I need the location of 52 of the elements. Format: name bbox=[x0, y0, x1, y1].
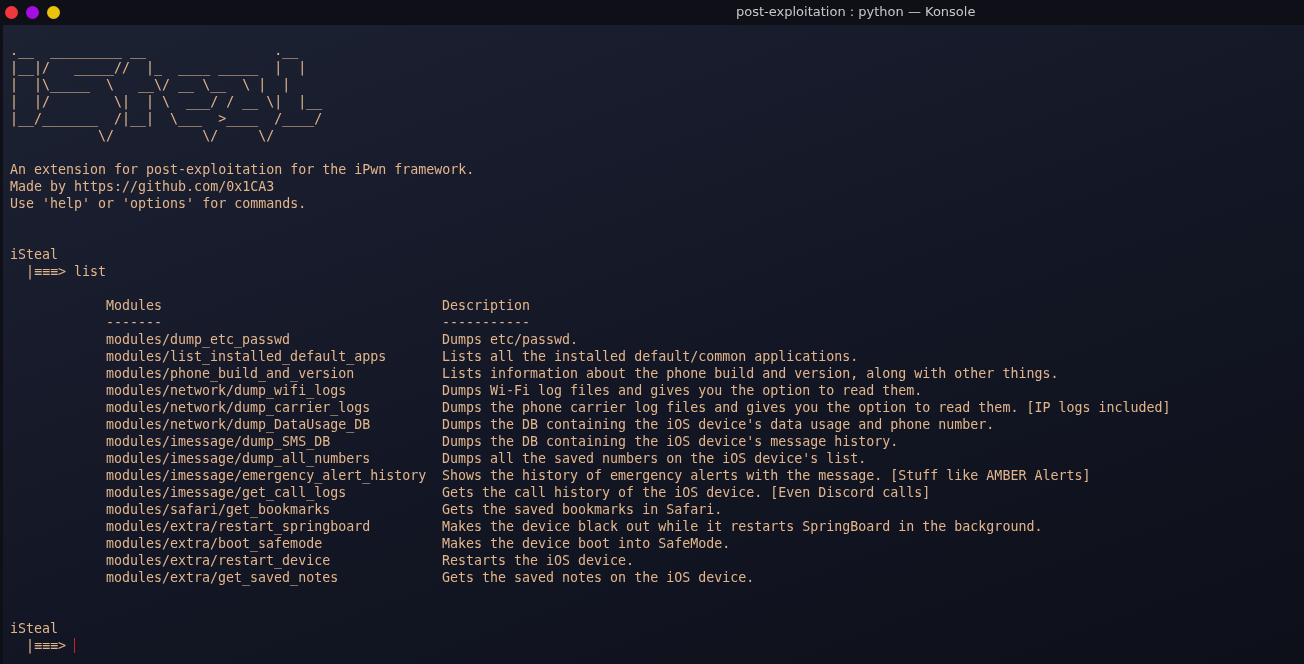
module-description: Gets the call history of the iOS device. [Even Discord calls] bbox=[442, 484, 932, 501]
ascii-art-line: |__|/ _____// |_ ____ _____ | | bbox=[10, 59, 307, 76]
module-description: Dumps the DB containing the iOS device's message history. bbox=[442, 433, 900, 450]
module-description: Gets the saved bookmarks in Safari. bbox=[442, 501, 724, 518]
ascii-art-line: |__/_______ /|__| \___ >____ /____/ bbox=[10, 110, 323, 127]
prompt-arrow: |≡≡≡> bbox=[26, 263, 67, 280]
module-path: modules/extra/restart_device bbox=[106, 552, 332, 569]
module-path: modules/extra/restart_springboard bbox=[106, 518, 372, 535]
intro-text: Use 'help' or 'options' for commands. bbox=[10, 195, 307, 212]
window-title: post-exploitation : python — Konsole bbox=[736, 4, 976, 19]
module-path: modules/imessage/dump_all_numbers bbox=[106, 450, 372, 467]
header-underline: ------- bbox=[106, 314, 164, 331]
command-text: list bbox=[74, 263, 107, 280]
ascii-art-line: | |\_____ \ __\/ __ \__ \ | | bbox=[10, 76, 291, 93]
intro-text: Made by https://github.com/0x1CA3 bbox=[10, 178, 275, 195]
module-path: modules/imessage/emergency_alert_history bbox=[106, 467, 428, 484]
module-description: Lists information about the phone build and version, along with other things. bbox=[442, 365, 1060, 382]
ascii-art-line: | |/ \| | \ ___/ / __ \| |__ bbox=[10, 93, 323, 110]
module-path: modules/dump_etc_passwd bbox=[106, 331, 292, 348]
close-button[interactable] bbox=[5, 6, 18, 19]
header-underline: ----------- bbox=[442, 314, 532, 331]
module-path: modules/imessage/get_call_logs bbox=[106, 484, 348, 501]
module-path: modules/network/dump_DataUsage_DB bbox=[106, 416, 372, 433]
module-path: modules/safari/get_bookmarks bbox=[106, 501, 332, 518]
module-path: modules/extra/boot_safemode bbox=[106, 535, 324, 552]
module-path: modules/network/dump_wifi_logs bbox=[106, 382, 348, 399]
module-path: modules/imessage/dump_SMS_DB bbox=[106, 433, 332, 450]
module-path: modules/network/dump_carrier_logs bbox=[106, 399, 372, 416]
ascii-art-line: .__ _________ __ .__ bbox=[10, 42, 299, 59]
prompt-arrow: |≡≡≡> bbox=[26, 637, 67, 654]
ascii-art-line: \/ \/ \/ bbox=[97, 127, 275, 144]
module-description: Dumps Wi-Fi log files and gives you the option to read them. bbox=[442, 382, 924, 399]
prompt-name: iSteal bbox=[10, 246, 59, 263]
module-description: Restarts the iOS device. bbox=[442, 552, 636, 569]
module-description: Dumps all the saved numbers on the iOS device's list. bbox=[442, 450, 868, 467]
module-description: Dumps the phone carrier log files and gives you the option to read them. [IP logs included] bbox=[442, 399, 1171, 416]
module-path: modules/phone_build_and_version bbox=[106, 365, 356, 382]
module-description: Makes the device black out while it restarts SpringBoard in the background. bbox=[442, 518, 1044, 535]
maximize-button[interactable] bbox=[47, 6, 60, 19]
module-description: Shows the history of emergency alerts with the message. [Stuff like AMBER Alerts] bbox=[442, 467, 1092, 484]
module-path: modules/extra/get_saved_notes bbox=[106, 569, 340, 586]
prompt-name: iSteal bbox=[10, 620, 59, 637]
module-description: Dumps the DB containing the iOS device's data usage and phone number. bbox=[442, 416, 996, 433]
column-header: Description bbox=[442, 297, 532, 314]
module-description: Lists all the installed default/common applications. bbox=[442, 348, 860, 365]
intro-text: An extension for post-exploitation for the iPwn framework. bbox=[10, 161, 475, 178]
column-header: Modules bbox=[106, 297, 164, 314]
minimize-button[interactable] bbox=[26, 6, 39, 19]
module-description: Dumps etc/passwd. bbox=[442, 331, 580, 348]
module-description: Makes the device boot into SafeMode. bbox=[442, 535, 732, 552]
module-path: modules/list_installed_default_apps bbox=[106, 348, 388, 365]
module-description: Gets the saved notes on the iOS device. bbox=[442, 569, 756, 586]
